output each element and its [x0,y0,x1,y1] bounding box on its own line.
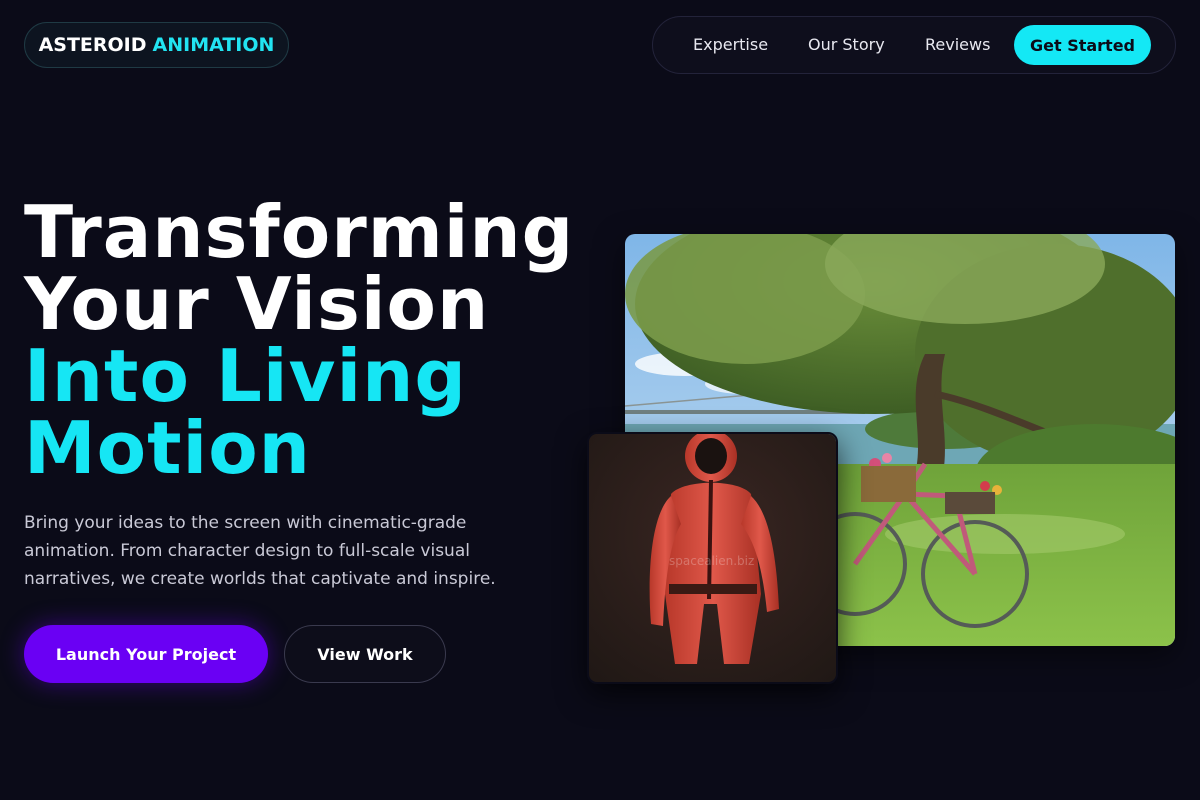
get-started-button[interactable]: Get Started [1014,25,1151,65]
view-work-button[interactable]: View Work [284,625,446,683]
hero-headline: Transforming Your Vision Into Living Mot… [24,196,574,484]
brand-name-part2: ANIMATION [152,34,275,56]
top-nav: Expertise Our Story Reviews Get Started [652,16,1176,74]
launch-project-button[interactable]: Launch Your Project [24,625,268,683]
headline-line-3: Into Living [24,334,467,418]
hero-description: Bring your ideas to the screen with cine… [24,513,496,589]
headline-line-4: Motion [24,406,311,490]
brand-name-part1: ASTEROID [38,34,147,56]
hero-image-character: spacealien.biz [587,432,838,684]
brand-logo[interactable]: ASTEROID ANIMATION [24,22,289,68]
nav-link-our-story[interactable]: Our Story [808,35,885,54]
nav-link-expertise[interactable]: Expertise [693,35,768,54]
nav-link-reviews[interactable]: Reviews [925,35,990,54]
headline-line-1: Transforming [24,190,575,274]
headline-line-2: Your Vision [24,262,490,346]
image-watermark: spacealien.biz [669,554,755,568]
